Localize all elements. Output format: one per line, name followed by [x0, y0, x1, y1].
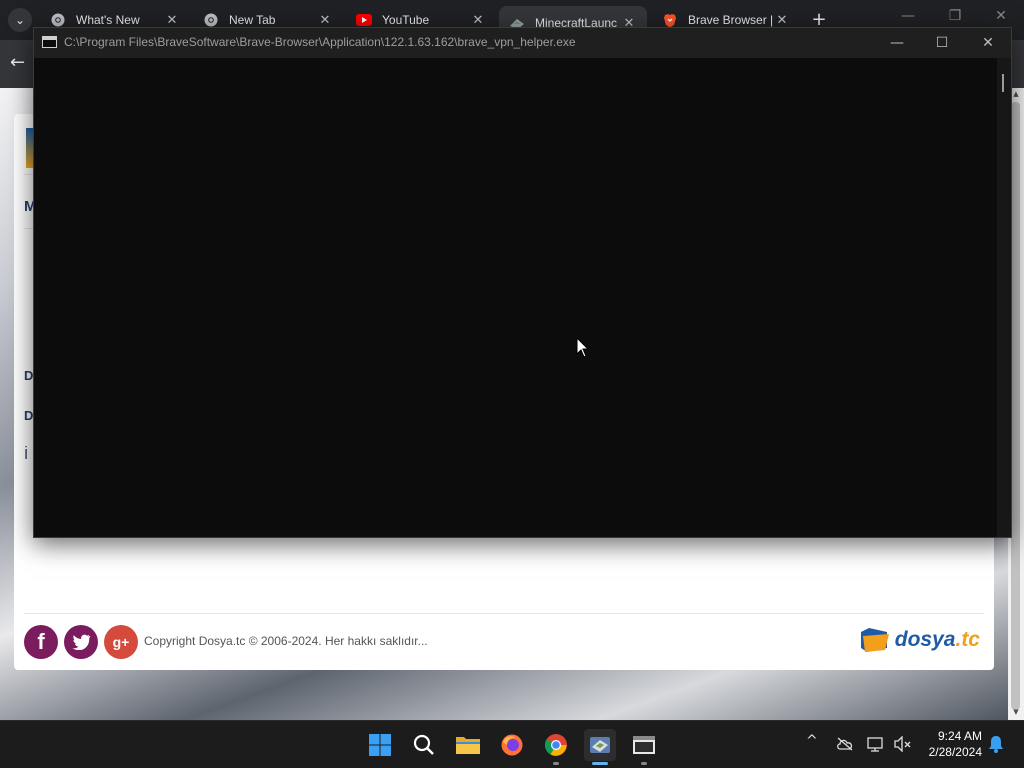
- mouse-pointer-icon: [576, 337, 590, 358]
- console-icon[interactable]: [628, 729, 660, 761]
- taskbar: ^ 9:24 AM 2/28/2024: [0, 720, 1024, 768]
- label-fragment: D: [24, 408, 34, 423]
- windows-start-icon[interactable]: [364, 729, 396, 761]
- label-fragment: D: [24, 368, 34, 383]
- copyright-text: Copyright Dosya.tc © 2006-2024. Her hakk…: [144, 634, 428, 648]
- folder-logo-icon: [860, 628, 889, 652]
- console-window[interactable]: C:\Program Files\BraveSoftware\Brave-Bro…: [33, 27, 1012, 538]
- chrome-icon[interactable]: [540, 729, 572, 761]
- scrollbar-thumb[interactable]: [1011, 102, 1020, 710]
- console-output[interactable]: [34, 58, 1011, 537]
- scroll-down-icon[interactable]: ▼: [1012, 708, 1020, 716]
- running-indicator: [641, 762, 647, 765]
- tab-label: Brave Browser |: [688, 13, 774, 27]
- network-icon[interactable]: [867, 736, 885, 752]
- file-explorer-icon[interactable]: [452, 729, 484, 761]
- tab-label: What's New: [76, 13, 140, 27]
- scroll-up-icon[interactable]: ▲: [1012, 90, 1020, 98]
- console-titlebar[interactable]: C:\Program Files\BraveSoftware\Brave-Bro…: [34, 28, 1011, 58]
- maximize-button[interactable]: ❐: [940, 8, 970, 24]
- close-icon[interactable]: ✕: [470, 12, 486, 28]
- close-icon[interactable]: ✕: [774, 12, 790, 28]
- dosya-tc-logo[interactable]: dosya.tc: [859, 626, 980, 654]
- console-scrollbar[interactable]: [997, 58, 1011, 537]
- back-button[interactable]: ←: [10, 52, 25, 73]
- close-icon[interactable]: ✕: [317, 12, 333, 28]
- clock-date: 2/28/2024: [928, 745, 982, 759]
- tab-label: New Tab: [229, 13, 276, 27]
- chrome-icon: [203, 12, 219, 28]
- minecraft-launcher-icon[interactable]: [584, 729, 616, 761]
- youtube-icon: [356, 12, 372, 28]
- googleplus-icon[interactable]: g+: [104, 625, 138, 659]
- onedrive-offline-icon[interactable]: [836, 737, 854, 751]
- brand-tld: .tc: [955, 628, 980, 651]
- active-indicator: [592, 762, 608, 765]
- running-indicator: [553, 762, 559, 765]
- console-minimize-button[interactable]: —: [874, 30, 920, 56]
- console-title: C:\Program Files\BraveSoftware\Brave-Bro…: [64, 35, 576, 49]
- console-close-button[interactable]: ✕: [965, 30, 1011, 56]
- chevron-down-icon: ⌄: [14, 13, 26, 27]
- brand-name: dosya: [894, 628, 956, 651]
- label-fragment: İ: [24, 446, 29, 463]
- facebook-icon[interactable]: f: [24, 625, 58, 659]
- console-maximize-button[interactable]: ☐: [919, 30, 965, 56]
- search-icon[interactable]: [408, 729, 440, 761]
- tray-overflow-chevron-icon[interactable]: ^: [806, 733, 818, 749]
- system-clock[interactable]: 9:24 AM 2/28/2024: [929, 728, 982, 760]
- brave-icon: [662, 12, 678, 28]
- tab-search-button[interactable]: ⌄: [8, 8, 32, 32]
- console-app-icon: [42, 36, 57, 48]
- volume-muted-icon[interactable]: [894, 736, 912, 752]
- minimize-button[interactable]: —: [893, 8, 923, 24]
- page-footer: f g+ Copyright Dosya.tc © 2006-2024. Her…: [24, 614, 984, 670]
- clock-time: 9:24 AM: [937, 729, 982, 743]
- close-button[interactable]: ✕: [986, 8, 1016, 24]
- notification-bell-icon[interactable]: [988, 735, 1004, 753]
- tab-label: YouTube: [382, 13, 430, 27]
- firefox-icon[interactable]: [496, 729, 528, 761]
- console-scrollbar-thumb[interactable]: [1002, 74, 1004, 92]
- twitter-icon[interactable]: [64, 625, 98, 659]
- close-icon[interactable]: ✕: [164, 12, 180, 28]
- chrome-icon: [50, 12, 66, 28]
